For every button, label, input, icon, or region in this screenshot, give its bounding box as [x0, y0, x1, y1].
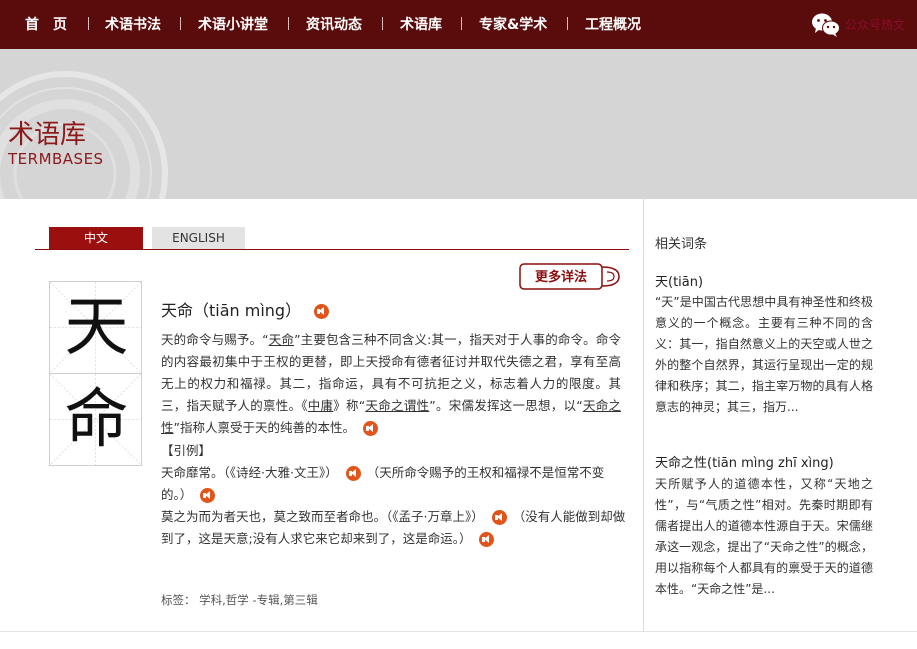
nav-separator	[288, 17, 289, 30]
nav-separator	[88, 17, 89, 30]
related-terms-title: 相关词条	[655, 237, 708, 252]
related-term-summary: 天所赋予人的道德本性，又称“天地之性”，与“气质之性”相对。先秦时期即有儒者提出…	[655, 477, 873, 596]
tags-line: 标签： 学科,哲学 -专辑,第三辑	[161, 593, 318, 607]
top-nav: 首 页 术语书法 术语小讲堂 资讯动态 术语库 专家&学术 工程概况 公众号热文	[0, 0, 917, 49]
definition-segment: 》称“	[333, 398, 366, 413]
definition-segment: 天的命令与赐予。“	[161, 332, 269, 347]
nav-home[interactable]: 首 页	[25, 14, 67, 34]
character-box: 天	[49, 281, 142, 374]
nav-overview[interactable]: 工程概况	[585, 14, 641, 34]
character-box: 命	[49, 373, 142, 466]
example-2: 莫之为而为者天也，莫之致而至者命也。（《孟子·万章上》） （没有人能做到却做到了…	[161, 506, 627, 550]
speaker-icon[interactable]	[479, 532, 495, 547]
nav-news[interactable]: 资讯动态	[306, 14, 362, 34]
nav-separator	[180, 17, 181, 30]
tab-english[interactable]: ENGLISH	[152, 227, 245, 249]
headword-text: 天命（tiān mìng）	[161, 301, 302, 320]
term-headword: 天命（tiān mìng）	[161, 297, 330, 321]
bottom-divider	[0, 631, 917, 632]
example-1: 天命靡常。（《诗经·大雅·文王》） （天所命令赐予的王权和福禄不是恒常不变的。）	[161, 462, 627, 506]
nav-experts[interactable]: 专家&学术	[479, 14, 547, 34]
related-term-link[interactable]: 天(tiān)	[655, 271, 703, 290]
term-character: 天	[64, 291, 129, 365]
wechat-link[interactable]: 公众号热文	[845, 16, 905, 33]
term-link[interactable]: 天命	[161, 465, 186, 480]
definition-segment: ”。宋儒发挥这一思想，以“	[429, 398, 583, 413]
quote-header: 【引例】	[161, 443, 212, 458]
related-term-link[interactable]: 天命之性(tiān mìng zhī xìng)	[655, 452, 834, 471]
speaker-icon[interactable]	[200, 488, 216, 503]
page-subtitle: TERMBASES	[8, 150, 104, 168]
related-term-summary: “天”是中国古代思想中具有神圣性和终极意义的一个概念。主要有三种不同的含义：其一…	[655, 295, 873, 414]
definition-segment: ”指称人禀受于天的纯善的本性。	[173, 420, 355, 435]
term-link[interactable]: 天命	[269, 332, 294, 347]
speaker-icon[interactable]	[314, 304, 330, 319]
nav-separator	[382, 17, 383, 30]
nav-separator	[567, 17, 568, 30]
more-details-button[interactable]: 更多详法	[519, 263, 621, 290]
speaker-icon[interactable]	[345, 466, 361, 481]
example-source: 靡常。（《诗经·大雅·文王》）	[186, 465, 338, 480]
tab-underline	[35, 249, 629, 250]
speaker-icon[interactable]	[362, 421, 378, 436]
tab-chinese[interactable]: 中文	[49, 227, 143, 249]
speaker-icon[interactable]	[491, 510, 507, 525]
column-divider	[643, 199, 644, 631]
page-banner: 术语库 TERMBASES	[0, 49, 917, 199]
definition-text: 天的命令与赐予。“天命”主要包含三种不同含义:其一，指天对于人事的命令。命令的内…	[161, 329, 621, 439]
wechat-icon[interactable]	[811, 12, 841, 38]
nav-separator	[461, 17, 462, 30]
nav-calligraphy[interactable]: 术语书法	[105, 14, 161, 34]
nav-termbase[interactable]: 术语库	[400, 14, 442, 34]
term-character: 命	[64, 383, 129, 457]
term-link[interactable]: 天命之谓性	[365, 398, 429, 413]
nav-lecture[interactable]: 术语小讲堂	[198, 14, 268, 34]
term-link[interactable]: 中庸	[308, 398, 334, 413]
more-details-label: 更多详法	[535, 269, 587, 285]
page-title: 术语库	[8, 120, 87, 150]
example-source: 莫之为而为者天也，莫之致而至者命也。（《孟子·万章上》）	[161, 509, 484, 524]
